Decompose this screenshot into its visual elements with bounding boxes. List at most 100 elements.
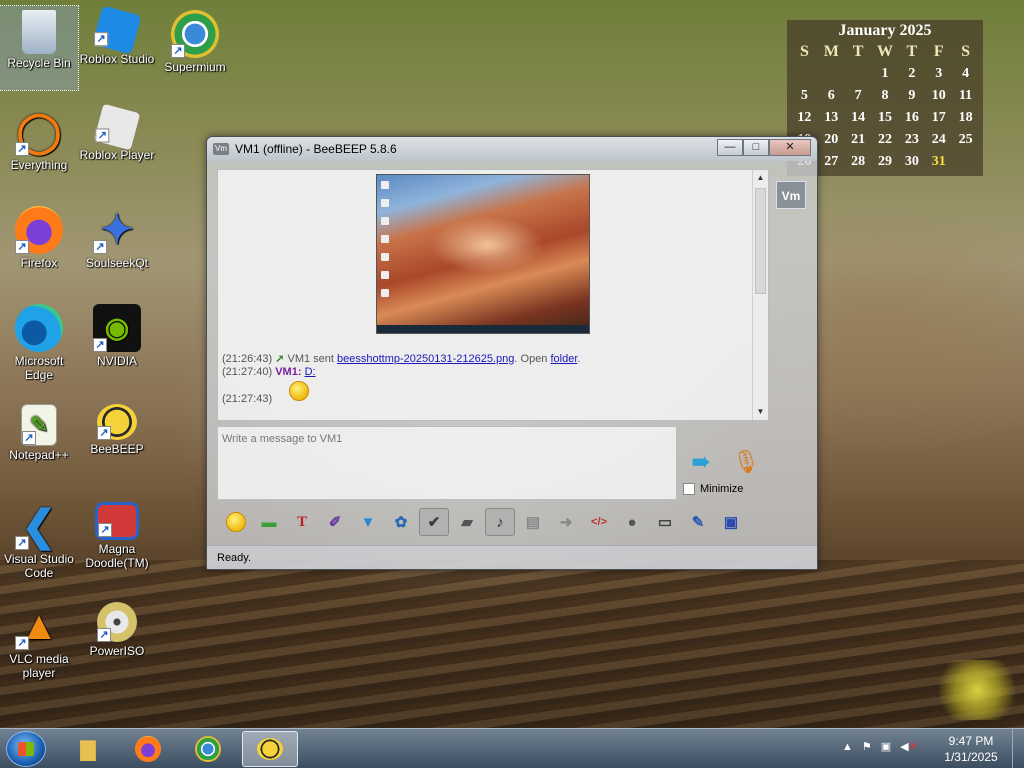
taskbar-supermium[interactable] xyxy=(180,731,236,767)
desktop-icon-notepadpp[interactable]: ✎ ↗ Notepad++ xyxy=(0,400,78,484)
calendar-day[interactable]: 27 xyxy=(818,152,845,172)
settings-icon[interactable]: ✿ xyxy=(386,508,416,536)
calendar-day[interactable]: 22 xyxy=(872,130,899,150)
calendar-day[interactable]: 3 xyxy=(925,64,952,84)
desktop-icon-roblox-player[interactable]: ↗ Roblox Player xyxy=(78,103,156,188)
desktop-icon-recycle-bin[interactable]: Recycle Bin xyxy=(0,5,79,91)
action-center-flag-icon[interactable]: ⚑ xyxy=(862,740,872,753)
calendar-day[interactable]: 25 xyxy=(952,130,979,150)
open-folder-link[interactable]: folder xyxy=(550,353,577,365)
calendar-day[interactable]: 23 xyxy=(898,130,925,150)
calendar-day[interactable]: 30 xyxy=(898,152,925,172)
scroll-thumb[interactable] xyxy=(755,188,766,294)
checkbox-box[interactable] xyxy=(683,483,695,495)
message-input[interactable]: Write a message to VM1 xyxy=(217,426,677,500)
desktop-icon-roblox-studio[interactable]: ↗ Roblox Studio xyxy=(78,5,156,90)
calendar-day[interactable]: 2 xyxy=(898,64,925,84)
received-screenshot-image[interactable] xyxy=(376,174,590,334)
taskbar-clock[interactable]: 9:47 PM 1/31/2025 xyxy=(938,733,1004,765)
edit-icon[interactable]: ✎ xyxy=(683,508,713,536)
calendar-day[interactable]: 28 xyxy=(845,152,872,172)
calendar-day[interactable]: 20 xyxy=(818,130,845,150)
save-icon[interactable]: ▣ xyxy=(716,508,746,536)
calendar-day[interactable] xyxy=(845,64,872,84)
voice-message-button[interactable]: 🎙 xyxy=(731,447,761,477)
document-icon[interactable]: ▤ xyxy=(518,508,548,536)
windows-logo-icon xyxy=(18,742,34,756)
desktop-icon-nvidia[interactable]: ◉ ↗ NVIDIA xyxy=(78,300,156,384)
calendar-day[interactable]: 18 xyxy=(952,108,979,128)
desktop-icon-beebeep[interactable]: ↗ BeeBEEP xyxy=(78,400,156,484)
calendar-day[interactable]: 15 xyxy=(872,108,899,128)
desktop-icon-label: VLC media player xyxy=(9,652,69,680)
filter-icon[interactable]: ▼ xyxy=(353,508,383,536)
music-file-icon[interactable]: ♪ xyxy=(485,508,515,536)
network-icon[interactable]: ▣ xyxy=(881,740,891,753)
calendar-day[interactable]: 21 xyxy=(845,130,872,150)
path-link[interactable]: D: xyxy=(305,366,316,378)
scroll-down-icon[interactable]: ▼ xyxy=(753,404,768,420)
calendar-day[interactable]: 24 xyxy=(925,130,952,150)
maximize-button[interactable]: □ xyxy=(743,138,769,156)
taskbar-explorer[interactable]: ▇ xyxy=(60,731,116,767)
window-titlebar[interactable]: Vm VM1 (offline) - BeeBEEP 5.8.6 — □ ✕ xyxy=(207,137,817,161)
desktop-icon-vlc[interactable]: ▲ ↗ VLC media player xyxy=(0,598,78,682)
shortcut-arrow-icon: ↗ xyxy=(15,240,29,254)
spellcheck-icon[interactable]: ✔ xyxy=(419,508,449,536)
html-icon[interactable]: </> xyxy=(584,508,614,536)
calendar-day[interactable]: 10 xyxy=(925,86,952,106)
color-icon[interactable]: ✐ xyxy=(320,508,350,536)
show-desktop-button[interactable] xyxy=(1012,729,1024,768)
calendar-day[interactable]: 13 xyxy=(818,108,845,128)
taskbar-firefox[interactable] xyxy=(120,731,176,767)
beebeep-chat-window[interactable]: Vm VM1 (offline) - BeeBEEP 5.8.6 — □ ✕ (… xyxy=(206,136,818,570)
desktop-icon-poweriso[interactable]: ↗ PowerISO xyxy=(78,598,156,682)
send-button[interactable]: ➠ xyxy=(683,447,719,477)
desktop-icon-vscode[interactable]: ❮ ↗ Visual Studio Code xyxy=(0,498,78,582)
calendar-day[interactable]: 1 xyxy=(872,64,899,84)
calendar-day[interactable]: 8 xyxy=(872,86,899,106)
desktop-icon-soulseekqt[interactable]: ✦ ↗ SoulseekQt xyxy=(78,202,156,286)
book-icon[interactable]: ▰ xyxy=(452,508,482,536)
calendar-day[interactable]: 17 xyxy=(925,108,952,128)
emoticons-icon[interactable] xyxy=(221,508,251,536)
forward-icon[interactable]: ➜ xyxy=(551,508,581,536)
calendar-day[interactable] xyxy=(791,64,818,84)
desktop-icon-label: Magna Doodle(TM) xyxy=(85,542,149,570)
desktop-icon-firefox[interactable]: ↗ Firefox xyxy=(0,202,78,286)
start-button[interactable] xyxy=(6,731,46,767)
minimize-button[interactable]: — xyxy=(717,138,743,156)
record-icon[interactable]: ● xyxy=(617,508,647,536)
minimize-checkbox[interactable]: Minimize xyxy=(683,483,743,495)
desktop-icon-supermium[interactable]: ↗ Supermium xyxy=(156,6,234,90)
screenshot-icon[interactable]: ▭ xyxy=(650,508,680,536)
calendar-day[interactable]: 9 xyxy=(898,86,925,106)
chat-history[interactable]: (21:26:43) ➚ VM1 sent beesshottmp-202501… xyxy=(217,169,769,421)
calendar-day[interactable]: 29 xyxy=(872,152,899,172)
calendar-day[interactable]: 16 xyxy=(898,108,925,128)
desktop-icon-edge[interactable]: Microsoft Edge xyxy=(0,300,78,384)
close-button[interactable]: ✕ xyxy=(769,138,811,156)
calendar-day[interactable]: 5 xyxy=(791,86,818,106)
desktop-icon-everything[interactable]: ◯ ↗ Everything xyxy=(0,104,78,188)
scroll-up-icon[interactable]: ▲ xyxy=(753,170,768,186)
calendar-day[interactable]: 6 xyxy=(818,86,845,106)
calendar-day[interactable]: 4 xyxy=(952,64,979,84)
calendar-day[interactable]: 14 xyxy=(845,108,872,128)
taskbar-beebeep[interactable] xyxy=(242,731,298,767)
font-icon[interactable]: T xyxy=(287,508,317,536)
show-hidden-icons-icon[interactable]: ▲ xyxy=(842,741,853,753)
calendar-day[interactable]: 12 xyxy=(791,108,818,128)
volume-muted-icon[interactable]: ◀✕ xyxy=(900,740,918,753)
file-link[interactable]: beesshottmp-20250131-212625.png xyxy=(337,353,514,365)
calendar-day[interactable] xyxy=(952,152,979,172)
desktop-icon-magna-doodle[interactable]: ↗ Magna Doodle(TM) xyxy=(78,498,156,582)
chat-scrollbar[interactable]: ▲ ▼ xyxy=(752,170,768,420)
roblox-studio-icon: ↗ xyxy=(92,5,142,55)
calendar-day[interactable] xyxy=(818,64,845,84)
tray-icon[interactable]: ▬ xyxy=(254,508,284,536)
calendar-day[interactable]: 11 xyxy=(952,86,979,106)
calendar-day[interactable]: 31 xyxy=(925,152,952,172)
notepadpp-icon: ✎ ↗ xyxy=(21,404,57,446)
calendar-day[interactable]: 7 xyxy=(845,86,872,106)
